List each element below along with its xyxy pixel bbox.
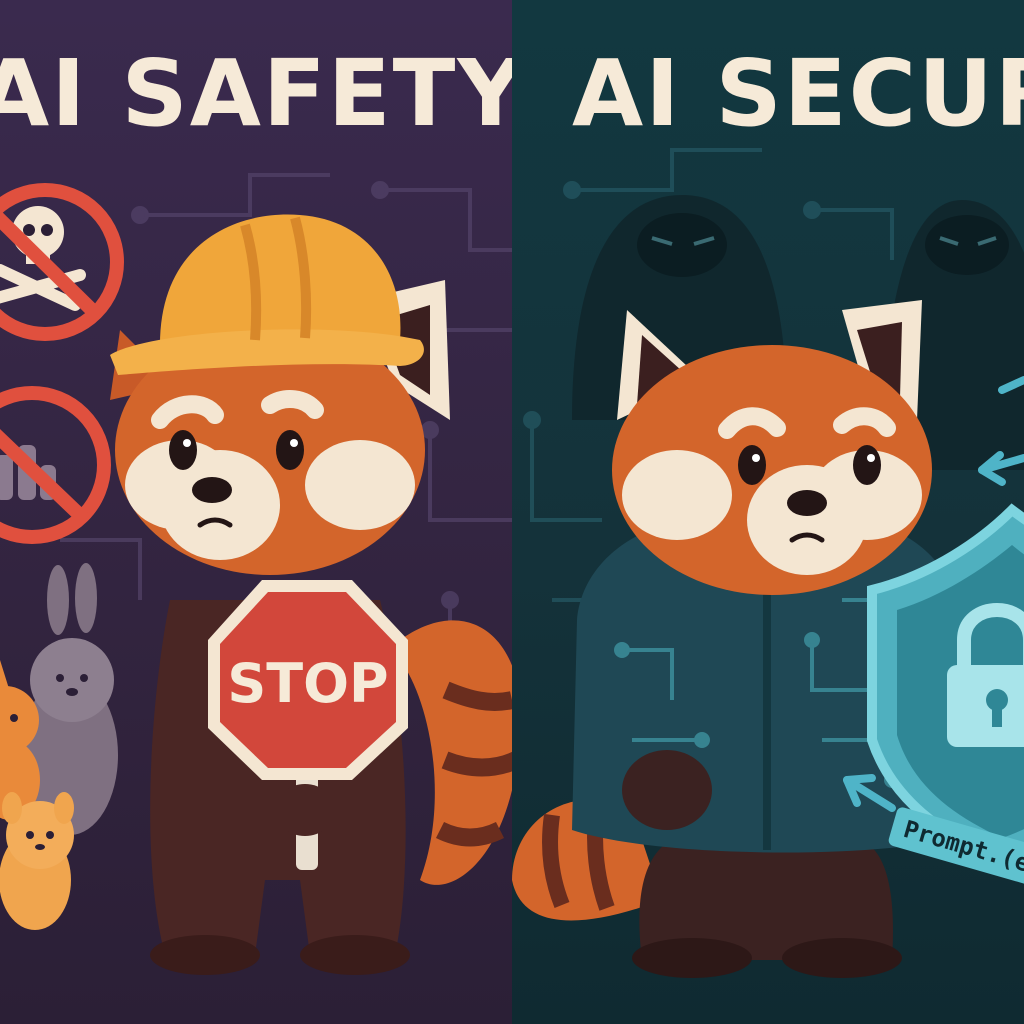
ai-security-panel: Prompt.(ejo.ce AI SECURIT bbox=[512, 0, 1024, 1024]
no-harm-icon bbox=[0, 386, 111, 544]
panda-tail bbox=[400, 620, 512, 885]
orange-puppy bbox=[0, 792, 74, 930]
panda-paw bbox=[275, 784, 335, 836]
comparison-illustration: STOP AI SAFETY Prompt.(ejo.ce AI SECU bbox=[0, 0, 1024, 1024]
ai-safety-title: AI SAFETY bbox=[0, 40, 512, 147]
stop-sign-text: STOP bbox=[227, 652, 388, 715]
no-poison-icon bbox=[0, 183, 124, 341]
hard-hat bbox=[110, 214, 424, 375]
safety-scene: STOP bbox=[0, 173, 512, 975]
security-scene: Prompt.(ejo.ce bbox=[512, 148, 1024, 978]
ai-safety-panel: STOP AI SAFETY bbox=[0, 0, 512, 1024]
ai-security-title: AI SECURIT bbox=[572, 40, 1024, 147]
